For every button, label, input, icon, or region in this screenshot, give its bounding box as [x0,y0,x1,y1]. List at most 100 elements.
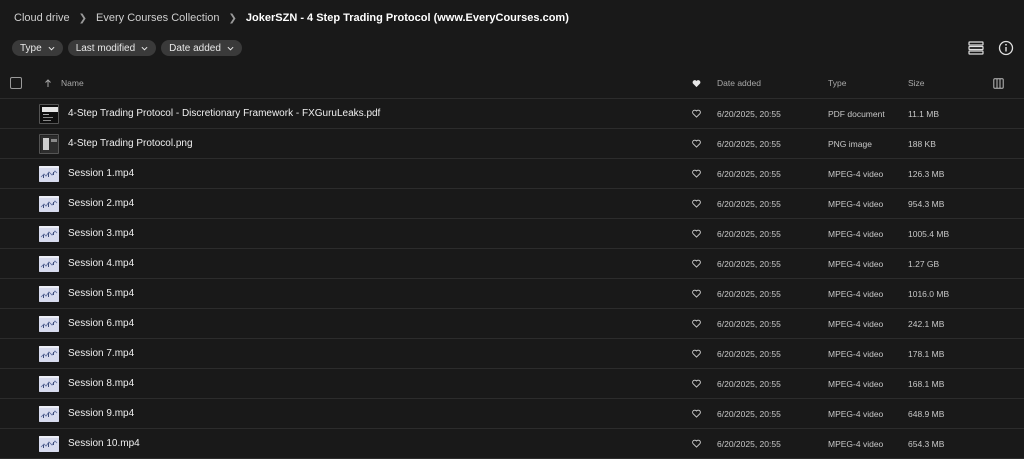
file-date-added: 6/20/2025, 20:55 [717,258,781,269]
file-size: 242.1 MB [908,318,945,329]
file-thumbnail [39,285,59,302]
file-type: MPEG-4 video [828,438,884,449]
column-header-name[interactable]: Name [61,68,84,98]
chevron-down-icon [227,46,234,51]
file-thumbnail [39,165,59,182]
file-name: Session 9.mp4 [68,408,135,419]
filter-last-modified-button[interactable]: Last modified [67,40,157,56]
table-row[interactable]: 4-Step Trading Protocol - Discretionary … [0,99,1024,129]
table-row[interactable]: Session 5.mp4 6/20/2025, 20:55 MPEG-4 vi… [0,279,1024,309]
filter-date-added-button[interactable]: Date added [161,40,242,56]
table-row[interactable]: Session 4.mp4 6/20/2025, 20:55 MPEG-4 vi… [0,249,1024,279]
file-type: MPEG-4 video [828,258,884,269]
file-thumbnail [39,405,59,422]
file-date-added: 6/20/2025, 20:55 [717,198,781,209]
file-name: Session 10.mp4 [68,438,140,449]
file-date-added: 6/20/2025, 20:55 [717,228,781,239]
chevron-down-icon [141,46,148,51]
table-row[interactable]: Session 6.mp4 6/20/2025, 20:55 MPEG-4 vi… [0,309,1024,339]
info-icon[interactable] [998,40,1014,56]
file-name: Session 4.mp4 [68,258,135,269]
favorite-heart-outline-icon[interactable] [692,379,701,388]
favorite-heart-outline-icon[interactable] [692,409,701,418]
breadcrumb-every-courses-collection[interactable]: Every Courses Collection [96,12,220,24]
file-date-added: 6/20/2025, 20:55 [717,378,781,389]
video-thumbnail-image [39,435,59,452]
columns-settings-icon[interactable] [993,77,1004,89]
breadcrumb-cloud-drive[interactable]: Cloud drive [14,12,70,24]
video-thumbnail-image [39,405,59,422]
favorite-heart-outline-icon[interactable] [692,289,701,298]
file-name: Session 1.mp4 [68,168,135,179]
file-name: Session 8.mp4 [68,378,135,389]
filter-date-added-label: Date added [169,42,221,54]
column-header-size[interactable]: Size [908,68,925,98]
favorite-heart-outline-icon[interactable] [692,199,701,208]
file-type: MPEG-4 video [828,288,884,299]
favorite-heart-outline-icon[interactable] [692,319,701,328]
file-thumbnail [39,133,59,154]
file-thumbnail [39,375,59,392]
file-type: MPEG-4 video [828,198,884,209]
file-type: MPEG-4 video [828,378,884,389]
file-name: Session 7.mp4 [68,348,135,359]
table-row[interactable]: Session 9.mp4 6/20/2025, 20:55 MPEG-4 vi… [0,399,1024,429]
file-thumbnail [39,225,59,242]
favorite-heart-outline-icon[interactable] [692,169,701,178]
file-date-added: 6/20/2025, 20:55 [717,438,781,449]
file-type: PDF document [828,108,885,119]
file-thumbnail [39,255,59,272]
file-size: 1.27 GB [908,258,940,269]
column-header-date-added[interactable]: Date added [717,68,761,98]
filter-type-button[interactable]: Type [12,40,63,56]
favorite-heart-outline-icon[interactable] [692,349,701,358]
favorite-heart-outline-icon[interactable] [692,439,701,448]
select-all-checkbox[interactable] [10,77,22,89]
favorite-heart-outline-icon[interactable] [692,109,701,118]
file-date-added: 6/20/2025, 20:55 [717,168,781,179]
favorite-heart-filled-icon[interactable] [692,79,701,88]
file-thumbnail [39,103,59,124]
table-row[interactable]: Session 1.mp4 6/20/2025, 20:55 MPEG-4 vi… [0,159,1024,189]
filter-last-modified-label: Last modified [75,42,136,54]
sort-arrow-up-icon[interactable] [44,78,52,88]
file-thumbnail [39,435,59,452]
table-row[interactable]: Session 3.mp4 6/20/2025, 20:55 MPEG-4 vi… [0,219,1024,249]
file-date-added: 6/20/2025, 20:55 [717,138,781,149]
image-thumbnail [41,135,58,153]
file-date-added: 6/20/2025, 20:55 [717,318,781,329]
file-type: MPEG-4 video [828,168,884,179]
video-thumbnail-image [39,225,59,242]
file-name: Session 2.mp4 [68,198,135,209]
breadcrumb: Cloud drive ❯ Every Courses Collection ❯… [14,10,569,26]
file-table: Name Date added Type Size 4-Step Trading… [0,68,1024,459]
file-type: MPEG-4 video [828,228,884,239]
video-thumbnail-image [39,315,59,332]
file-size: 188 KB [908,138,936,149]
file-size: 954.3 MB [908,198,945,209]
table-row[interactable]: Session 8.mp4 6/20/2025, 20:55 MPEG-4 vi… [0,369,1024,399]
column-header-type[interactable]: Type [828,68,846,98]
table-row[interactable]: 4-Step Trading Protocol.png 6/20/2025, 2… [0,129,1024,159]
file-name: Session 6.mp4 [68,318,135,329]
file-size: 168.1 MB [908,378,945,389]
pdf-thumbnail-image [42,106,58,121]
file-size: 654.3 MB [908,438,945,449]
video-thumbnail-image [39,255,59,272]
favorite-heart-outline-icon[interactable] [692,229,701,238]
file-date-added: 6/20/2025, 20:55 [717,288,781,299]
filter-bar: Type Last modified Date added [12,40,242,56]
table-row[interactable]: Session 2.mp4 6/20/2025, 20:55 MPEG-4 vi… [0,189,1024,219]
file-size: 1005.4 MB [908,228,950,239]
file-type: PNG image [828,138,872,149]
favorite-heart-outline-icon[interactable] [692,139,701,148]
table-row[interactable]: Session 7.mp4 6/20/2025, 20:55 MPEG-4 vi… [0,339,1024,369]
video-thumbnail-image [39,285,59,302]
file-size: 11.1 MB [908,108,940,119]
file-type: MPEG-4 video [828,348,884,359]
list-view-icon[interactable] [968,40,984,56]
favorite-heart-outline-icon[interactable] [692,259,701,268]
table-header: Name Date added Type Size [0,68,1024,99]
file-size: 178.1 MB [908,348,945,359]
file-date-added: 6/20/2025, 20:55 [717,348,781,359]
